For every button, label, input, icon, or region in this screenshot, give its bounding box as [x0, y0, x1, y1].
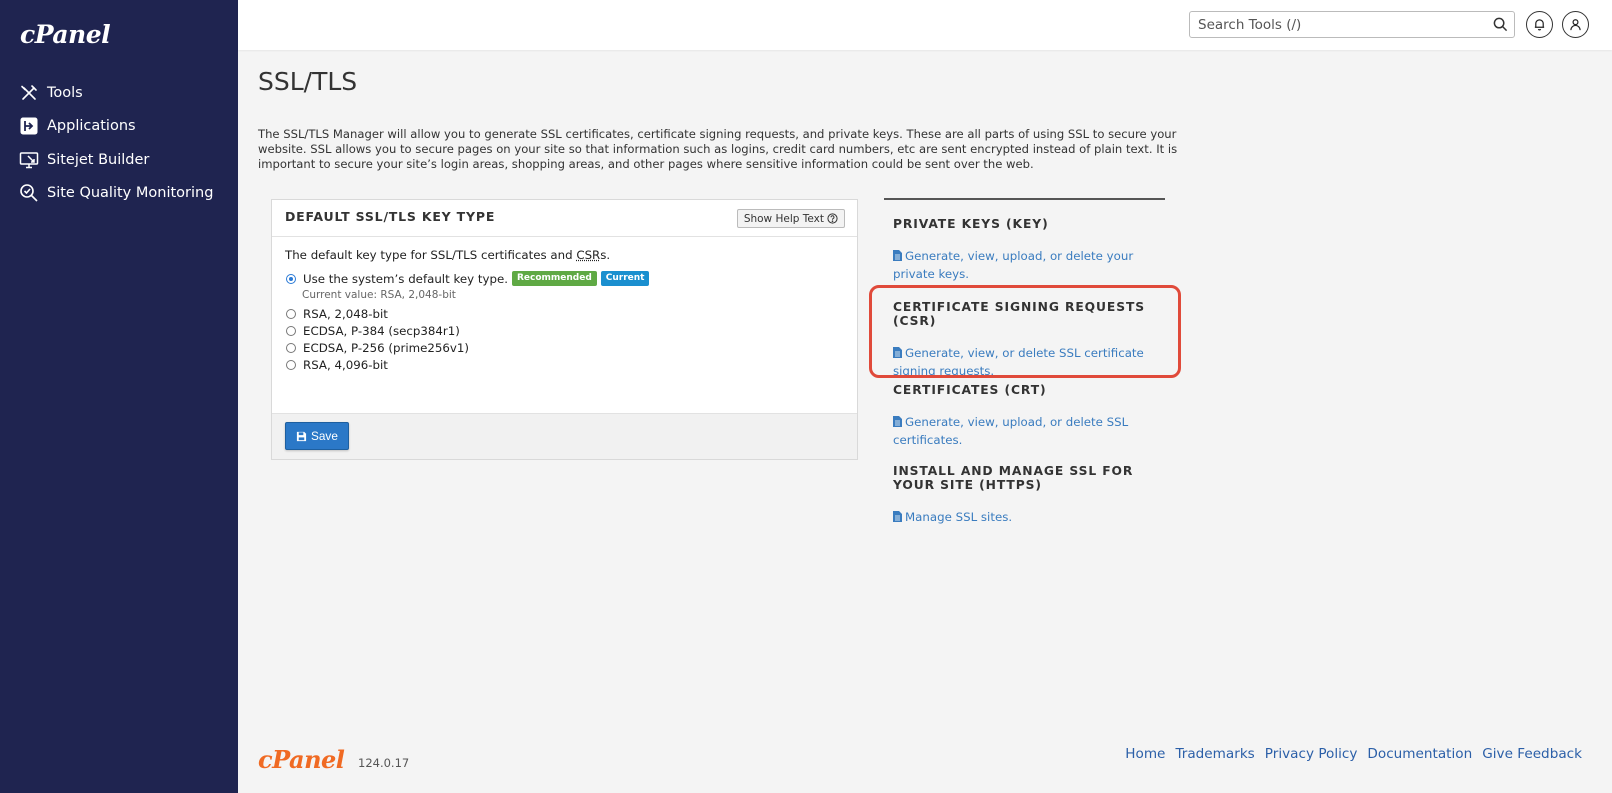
- search-icon[interactable]: [1493, 17, 1508, 32]
- sidebar: cPanel Tools Applications Sitejet Builde…: [0, 0, 238, 793]
- panel-footer: Save: [272, 413, 857, 459]
- footer-links: Home Trademarks Privacy Policy Documenta…: [1115, 746, 1582, 762]
- floppy-disk-icon: [296, 431, 307, 441]
- footer-cpanel-logo: cPanel: [258, 745, 345, 774]
- document-icon: [893, 511, 902, 522]
- tools-icon: [19, 83, 39, 103]
- notifications-button[interactable]: [1526, 11, 1553, 38]
- option-label: ECDSA, P-256 (prime256v1): [303, 340, 470, 355]
- key-type-option-ecdsa-p256[interactable]: ECDSA, P-256 (prime256v1): [285, 339, 845, 356]
- sidebar-item-applications[interactable]: Applications: [0, 110, 238, 144]
- option-label: Use the system’s default key type.: [303, 271, 508, 286]
- document-icon: [893, 416, 902, 427]
- radio-button[interactable]: [286, 359, 296, 370]
- page-intro: The SSL/TLS Manager will allow you to ge…: [258, 127, 1178, 171]
- document-icon: [893, 250, 902, 261]
- radio-button[interactable]: [286, 342, 296, 353]
- version-label: 124.0.17: [358, 756, 410, 770]
- sidebar-item-sitejet-builder[interactable]: Sitejet Builder: [0, 143, 238, 177]
- manage-ssl-sites-link[interactable]: Manage SSL sites.: [893, 509, 1165, 527]
- current-value-note: Current value: RSA, 2,048-bit: [302, 289, 456, 301]
- key-type-option-rsa-4096[interactable]: RSA, 4,096-bit: [285, 356, 845, 373]
- search-box: [1189, 11, 1515, 38]
- panel-header: DEFAULT SSL/TLS KEY TYPE Show Help Text: [272, 200, 857, 237]
- question-icon: [827, 213, 838, 224]
- section-certificates: CERTIFICATES (CRT) Generate, view, uploa…: [893, 383, 1165, 449]
- section-private-keys: PRIVATE KEYS (KEY) Generate, view, uploa…: [893, 217, 1165, 283]
- key-type-option-rsa-2048[interactable]: RSA, 2,048-bit: [285, 305, 845, 322]
- option-label: RSA, 4,096-bit: [303, 357, 388, 372]
- sidebar-nav: Tools Applications Sitejet Builder Site …: [0, 76, 238, 210]
- footer-link-trademarks[interactable]: Trademarks: [1175, 746, 1254, 762]
- site-quality-icon: [19, 183, 39, 203]
- show-help-text-button[interactable]: Show Help Text: [736, 209, 845, 228]
- option-label: RSA, 2,048-bit: [303, 306, 388, 321]
- panel-body: The default key type for SSL/TLS certifi…: [285, 248, 845, 373]
- panel-title: DEFAULT SSL/TLS KEY TYPE: [285, 209, 496, 224]
- cpanel-logo[interactable]: cPanel: [20, 20, 111, 49]
- search-input[interactable]: [1190, 12, 1496, 37]
- link-text: Generate, view, upload, or delete SSL ce…: [893, 415, 1129, 447]
- option-label: ECDSA, P-384 (secp384r1): [303, 323, 460, 338]
- sidebar-item-label: Applications: [47, 118, 136, 135]
- user-menu-button[interactable]: [1562, 11, 1589, 38]
- csr-abbr: CSR: [576, 248, 601, 262]
- panel-lead: The default key type for SSL/TLS certifi…: [285, 248, 845, 262]
- user-icon: [1570, 19, 1581, 31]
- recommended-badge: Recommended: [511, 271, 597, 286]
- section-title: INSTALL AND MANAGE SSL FOR YOUR SITE (HT…: [893, 464, 1134, 492]
- link-text: Generate, view, upload, or delete your p…: [893, 249, 1134, 281]
- save-button[interactable]: Save: [285, 422, 349, 450]
- footer-link-privacy-policy[interactable]: Privacy Policy: [1265, 746, 1358, 762]
- lead-suffix: s.: [600, 248, 611, 262]
- key-type-option-default[interactable]: Use the system’s default key type. Recom…: [285, 270, 845, 287]
- sidebar-item-label: Tools: [47, 84, 83, 101]
- footer-link-give-feedback[interactable]: Give Feedback: [1482, 746, 1582, 762]
- section-title: CERTIFICATES (CRT): [893, 383, 1047, 397]
- sidebar-item-site-quality-monitoring[interactable]: Site Quality Monitoring: [0, 177, 238, 211]
- radio-button[interactable]: [286, 273, 296, 284]
- radio-button[interactable]: [286, 308, 296, 319]
- certificates-link[interactable]: Generate, view, upload, or delete SSL ce…: [893, 414, 1165, 449]
- csr-highlight-box: [869, 285, 1181, 378]
- key-type-option-ecdsa-p384[interactable]: ECDSA, P-384 (secp384r1): [285, 322, 845, 339]
- footer-link-home[interactable]: Home: [1125, 746, 1165, 762]
- current-badge: Current: [600, 271, 650, 286]
- sidebar-item-label: Sitejet Builder: [47, 151, 150, 168]
- radio-button[interactable]: [286, 325, 296, 336]
- save-label: Save: [311, 429, 338, 443]
- bell-icon: [1534, 19, 1545, 31]
- sidebar-item-label: Site Quality Monitoring: [47, 185, 214, 202]
- private-keys-link[interactable]: Generate, view, upload, or delete your p…: [893, 248, 1165, 283]
- page-title: SSL/TLS: [258, 67, 358, 96]
- footer-link-documentation[interactable]: Documentation: [1367, 746, 1472, 762]
- sitejet-icon: [19, 150, 39, 170]
- applications-icon: [19, 116, 39, 136]
- top-bar: [238, 0, 1612, 50]
- default-key-type-panel: DEFAULT SSL/TLS KEY TYPE Show Help Text …: [271, 199, 858, 460]
- section-install-manage-ssl: INSTALL AND MANAGE SSL FOR YOUR SITE (HT…: [893, 464, 1165, 527]
- section-divider: [884, 198, 1165, 200]
- help-button-label: Show Help Text: [743, 212, 824, 225]
- link-text: Manage SSL sites.: [905, 510, 1013, 524]
- lead-text: The default key type for SSL/TLS certifi…: [285, 248, 577, 262]
- sidebar-item-tools[interactable]: Tools: [0, 76, 238, 110]
- section-title: PRIVATE KEYS (KEY): [893, 217, 1049, 231]
